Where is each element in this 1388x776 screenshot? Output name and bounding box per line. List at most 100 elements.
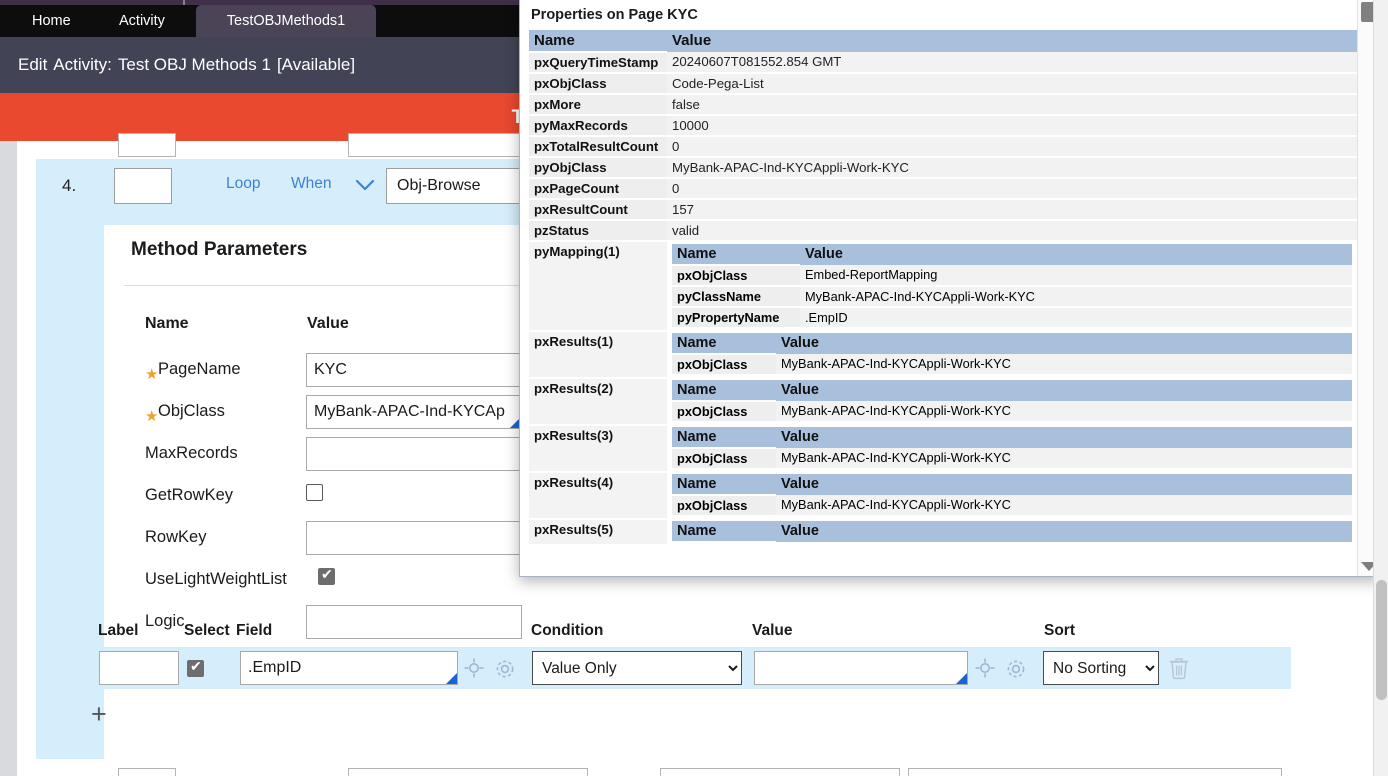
grid-cell-label-input[interactable] <box>99 651 179 685</box>
group-table-header: Name Value <box>672 333 1352 354</box>
gear-icon[interactable] <box>1005 658 1027 680</box>
delete-row-icon[interactable] <box>1168 656 1190 680</box>
property-value: MyBank-APAC-Ind-KYCAppli-Work-KYC <box>776 354 1352 375</box>
tab-testobjmethods1[interactable]: TestOBJMethods1 <box>196 5 376 37</box>
required-star-icon: ★ <box>145 365 158 383</box>
step-sequence-input[interactable] <box>114 168 172 204</box>
group-row-pxresults-5: pxResults(5) Name Value <box>529 519 1357 545</box>
grid-cell-sort-select[interactable]: No SortingAscendingDescending <box>1043 651 1159 685</box>
group-name: pxResults(3) <box>529 425 667 472</box>
next-step-param-box[interactable] <box>660 768 900 776</box>
property-name: pxPageCount <box>529 178 667 199</box>
property-name: pyClassName <box>672 286 800 307</box>
property-name: pxObjClass <box>672 265 800 286</box>
group-header-name: Name <box>672 244 800 265</box>
properties-popup-body: Name Value pxQueryTimeStamp 20240607T081… <box>529 30 1357 568</box>
param-input-logic[interactable] <box>306 605 522 639</box>
group-header-value: Value <box>776 474 1352 495</box>
property-value: MyBank-APAC-Ind-KYCAppli-Work-KYC <box>776 448 1352 469</box>
property-name: pxObjClass <box>529 73 667 94</box>
table-row: pyClassName MyBank-APAC-Ind-KYCAppli-Wor… <box>672 286 1352 307</box>
grid-header-sort: Sort <box>1044 622 1075 640</box>
table-row: pxObjClass MyBank-APAC-Ind-KYCAppli-Work… <box>672 401 1352 422</box>
param-input-maxrecords[interactable] <box>306 437 522 471</box>
step-when-link[interactable]: When <box>291 175 332 193</box>
mp-column-header-value: Value <box>307 315 349 333</box>
property-name: pyPropertyName <box>672 307 800 328</box>
add-filter-row-icon[interactable]: + <box>91 702 111 726</box>
properties-table-header: Name Value <box>529 30 1357 52</box>
param-label-uselightweightlist: UseLightWeightList <box>145 570 287 589</box>
table-row: pxMore false <box>529 94 1357 115</box>
grid-header-label: Label <box>98 622 138 640</box>
table-row: pxPageCount 0 <box>529 178 1357 199</box>
property-value: MyBank-APAC-Ind-KYCAppli-Work-KYC <box>667 157 1357 178</box>
param-label-maxrecords: MaxRecords <box>145 444 238 463</box>
param-input-objclass[interactable]: MyBank-APAC-Ind-KYCAp <box>306 395 522 429</box>
app-root: Home Activity TestOBJMethods1 Edit Activ… <box>0 0 1388 776</box>
next-step-row <box>36 760 1351 776</box>
param-checkbox-uselightweightlist[interactable] <box>318 568 335 585</box>
property-name: pxResultCount <box>529 199 667 220</box>
table-row: pyPropertyName .EmpID <box>672 307 1352 328</box>
table-row: pxQueryTimeStamp 20240607T081552.854 GMT <box>529 52 1357 73</box>
property-value: MyBank-APAC-Ind-KYCAppli-Work-KYC <box>776 401 1352 422</box>
tab-home[interactable]: Home <box>16 5 87 37</box>
autocomplete-corner-icon <box>956 673 967 684</box>
properties-popup-title: Properties on Page KYC <box>520 0 1379 30</box>
property-value: MyBank-APAC-Ind-KYCAppli-Work-KYC <box>800 286 1352 307</box>
property-value: 10000 <box>667 115 1357 136</box>
grid-cell-select-checkbox[interactable] <box>187 660 204 677</box>
property-name: pxObjClass <box>672 401 776 422</box>
grid-cell-field-value: .EmpID <box>248 659 301 677</box>
group-row-pxresults-1: pxResults(1) Name Value pxObjClass MyBan… <box>529 331 1357 378</box>
group-row-pymapping-1: pyMapping(1) Name Value pxObjClass Embed… <box>529 241 1357 331</box>
property-value: valid <box>667 220 1357 241</box>
left-rail <box>0 141 17 776</box>
next-step-method-box[interactable] <box>348 768 588 776</box>
previous-step-sequence-box[interactable] <box>118 133 176 157</box>
method-parameters-title: Method Parameters <box>131 239 307 261</box>
tab-activity-label: Activity <box>119 13 165 29</box>
chevron-down-icon[interactable] <box>354 178 376 192</box>
gear-icon[interactable] <box>494 658 516 680</box>
grid-cell-condition-select[interactable]: Value OnlyIs EqualIs Not EqualIs Greater… <box>532 651 742 685</box>
tab-testobjmethods1-label: TestOBJMethods1 <box>227 13 345 29</box>
group-table-pxresults-2: Name Value pxObjClass MyBank-APAC-Ind-KY… <box>672 380 1352 423</box>
group-name: pxResults(4) <box>529 472 667 519</box>
rule-header-status: [Available] <box>277 55 355 75</box>
group-header-name: Name <box>672 427 776 448</box>
property-name: pxObjClass <box>672 495 776 516</box>
param-checkbox-getrowkey[interactable] <box>306 484 323 501</box>
grid-header-condition: Condition <box>531 622 603 640</box>
param-input-rowkey[interactable] <box>306 521 522 555</box>
grid-header-field: Field <box>236 622 272 640</box>
group-header-name: Name <box>672 380 776 401</box>
group-name: pyMapping(1) <box>529 241 667 331</box>
group-row-pxresults-3: pxResults(3) Name Value pxObjClass MyBan… <box>529 425 1357 472</box>
property-name: pxObjClass <box>672 448 776 469</box>
param-value-pagename: KYC <box>314 361 347 379</box>
group-name: pxResults(2) <box>529 378 667 425</box>
param-row-logic: Logic <box>145 605 1285 647</box>
step-loop-link[interactable]: Loop <box>226 175 260 193</box>
grid-cell-value-input[interactable] <box>754 651 968 685</box>
next-step-description-box[interactable] <box>908 768 1282 776</box>
rule-header-action: Edit <box>18 55 47 75</box>
group-header-value: Value <box>776 380 1352 401</box>
browser-scrollbar-thumb[interactable] <box>1376 580 1387 700</box>
group-header-name: Name <box>672 333 776 354</box>
grid-cell-field-input[interactable]: .EmpID <box>240 651 458 685</box>
group-table-pxresults-5: Name Value <box>672 521 1352 543</box>
table-row: pxObjClass MyBank-APAC-Ind-KYCAppli-Work… <box>672 354 1352 375</box>
crosshair-icon[interactable] <box>464 658 484 678</box>
group-header-value: Value <box>776 333 1352 354</box>
group-header-value: Value <box>776 427 1352 448</box>
crosshair-icon[interactable] <box>975 658 995 678</box>
param-input-pagename[interactable]: KYC <box>306 353 522 387</box>
browser-scrollbar[interactable] <box>1373 0 1388 776</box>
next-step-sequence-box[interactable] <box>118 768 176 776</box>
tab-activity[interactable]: Activity <box>103 5 181 37</box>
table-row: pzStatus valid <box>529 220 1357 241</box>
rule-header-name: Test OBJ Methods 1 <box>118 55 271 75</box>
